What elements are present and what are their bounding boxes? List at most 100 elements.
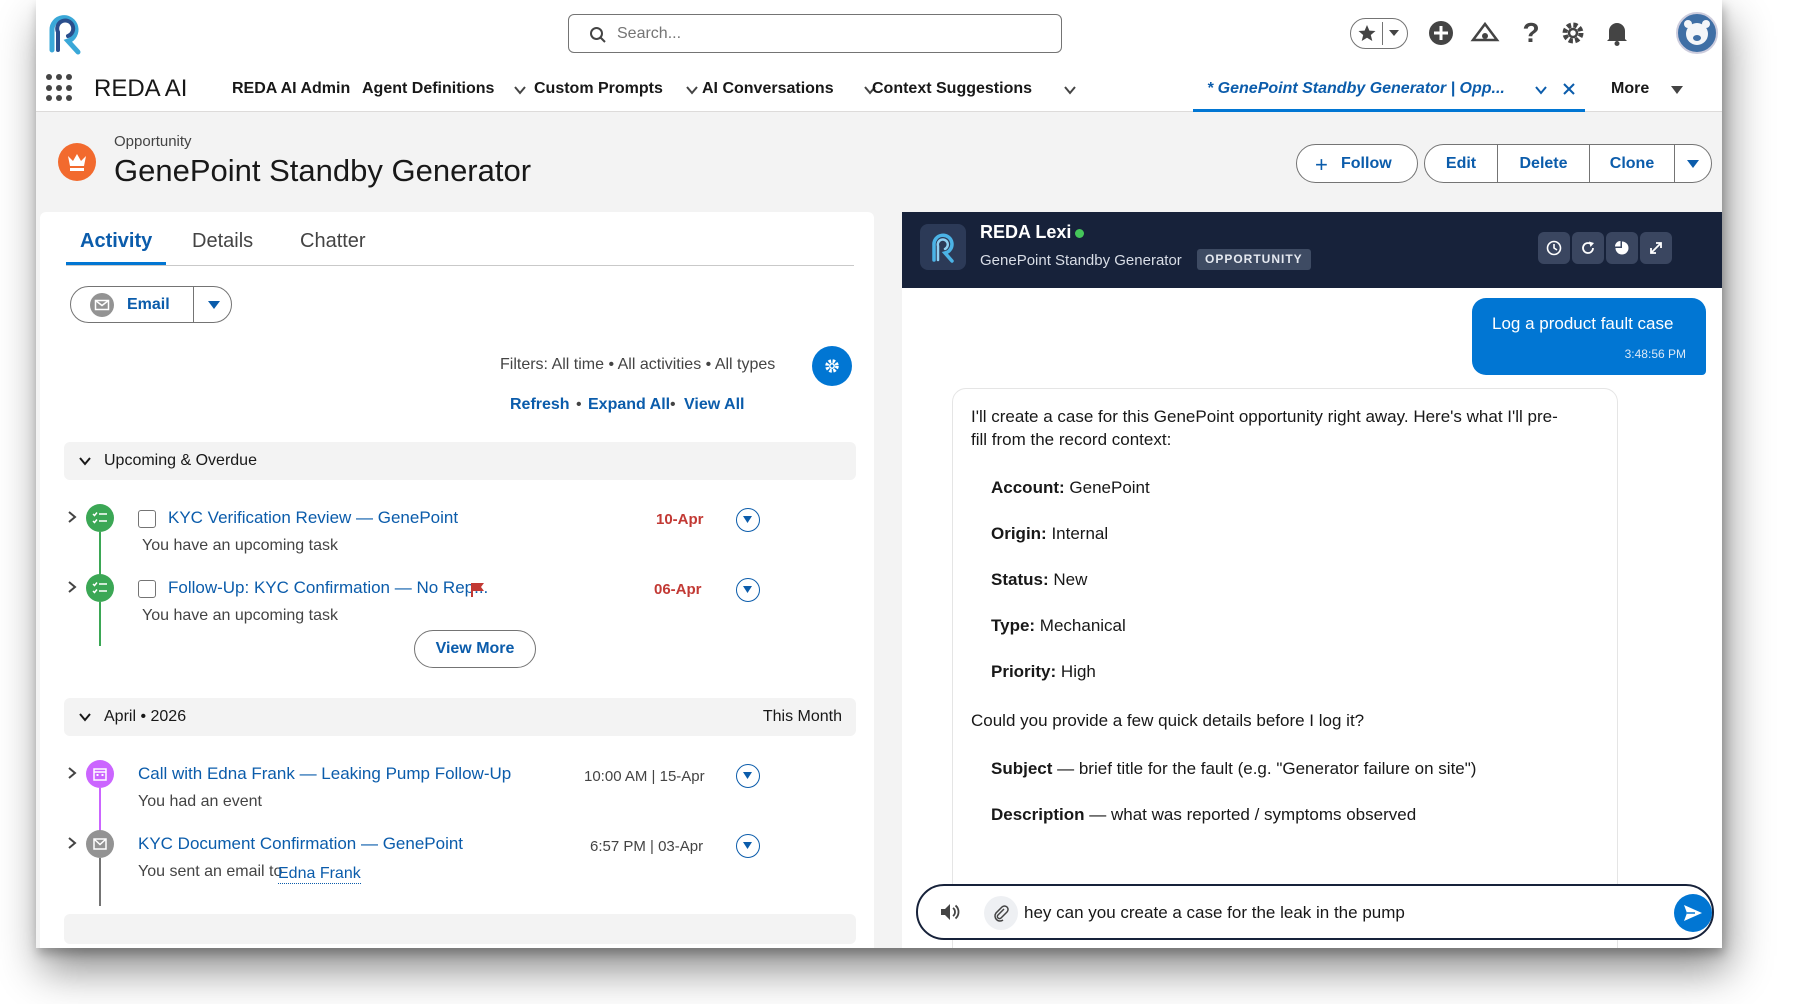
reda-logo-icon[interactable]	[42, 10, 90, 56]
task-title-link[interactable]: KYC Verification Review — GenePoint	[168, 508, 458, 528]
edit-button[interactable]: Edit	[1424, 144, 1498, 183]
task-due-date: 10-Apr	[656, 511, 704, 528]
nav-item-reda-ai-admin[interactable]: REDA AI Admin	[232, 80, 350, 98]
app-window: ? REDA AI REDA AI Admin Agent Definition…	[36, 0, 1722, 948]
trailhead-icon[interactable]	[1470, 18, 1500, 48]
task-title-link[interactable]: Follow-Up: KYC Confirmation — No Rep...	[168, 578, 488, 598]
paperclip-icon	[994, 905, 1009, 922]
nav-item-ai-conversations[interactable]: AI Conversations	[702, 80, 834, 98]
filter-settings-button[interactable]	[812, 346, 852, 386]
tab-activity[interactable]: Activity	[80, 230, 152, 253]
email-button[interactable]: Email	[70, 286, 232, 323]
global-actions-add-icon[interactable]	[1426, 18, 1456, 48]
tab-chatter[interactable]: Chatter	[300, 230, 366, 253]
prefill-field-account: Account: GenePoint	[991, 478, 1150, 497]
crown-icon	[68, 154, 86, 171]
expand-all-link[interactable]: Expand All	[588, 396, 670, 414]
tab-genepoint-standby-generator[interactable]: * GenePoint Standby Generator | Opp...	[1193, 66, 1585, 112]
contact-link[interactable]: Edna Frank	[278, 865, 361, 884]
search-input[interactable]	[617, 23, 1037, 45]
assistant-question: Could you provide a few quick details be…	[971, 711, 1365, 730]
caret-down-icon	[743, 586, 752, 593]
email-icon	[90, 293, 114, 317]
prefill-field-type: Type: Mechanical	[991, 616, 1126, 635]
ai-chat-panel: REDA Lexi GenePoint Standby Generator OP…	[902, 212, 1722, 948]
item-menu-button[interactable]	[736, 578, 760, 602]
speaker-icon[interactable]	[936, 898, 964, 926]
task-subtitle: You have an upcoming task	[142, 537, 338, 554]
record-object-type: Opportunity	[114, 133, 192, 150]
view-all-link[interactable]: View All	[684, 396, 744, 414]
nav-more[interactable]: More	[1611, 80, 1649, 98]
online-status-indicator	[1075, 229, 1084, 238]
bell-icon[interactable]	[1602, 18, 1632, 48]
assistant-message-bubble: I'll create a case for this GenePoint op…	[952, 388, 1618, 948]
nav-item-context-suggestions[interactable]: Context Suggestions	[872, 80, 1032, 98]
requested-detail-subject: Subject — brief title for the fault (e.g…	[991, 759, 1477, 778]
message-timestamp: 3:48:56 PM	[1624, 347, 1686, 361]
item-menu-button[interactable]	[736, 834, 760, 858]
send-button[interactable]	[1674, 894, 1712, 932]
month-section[interactable]: April • 2026 This Month	[64, 698, 856, 736]
refresh-button[interactable]	[1572, 232, 1604, 264]
event-icon	[86, 760, 114, 788]
item-menu-button[interactable]	[736, 764, 760, 788]
priority-flag-icon	[471, 583, 484, 597]
task-checkbox[interactable]	[138, 580, 156, 598]
page-title: GenePoint Standby Generator	[114, 153, 532, 188]
caret-down-icon[interactable]	[207, 300, 221, 310]
global-header: ?	[36, 0, 1722, 66]
section-label: Upcoming & Overdue	[104, 452, 257, 469]
tab-details[interactable]: Details	[192, 230, 253, 253]
search-icon	[590, 27, 606, 43]
refresh-link[interactable]: Refresh	[510, 396, 570, 414]
chat-input-bar	[916, 884, 1714, 940]
expand-icon	[1650, 242, 1662, 254]
timeline-line	[99, 858, 101, 906]
app-name: REDA AI	[94, 75, 188, 102]
next-section[interactable]	[64, 914, 856, 944]
assistant-intro-line: fill from the record context:	[971, 430, 1172, 449]
chevron-down-icon	[79, 457, 91, 466]
chevron-down-icon[interactable]	[512, 82, 528, 98]
chevron-right-icon[interactable]	[66, 580, 78, 594]
event-title-link[interactable]: Call with Edna Frank — Leaking Pump Foll…	[138, 764, 511, 784]
upcoming-overdue-section[interactable]: Upcoming & Overdue	[64, 442, 856, 480]
gear-icon[interactable]	[1558, 18, 1588, 48]
email-title-link[interactable]: KYC Document Confirmation — GenePoint	[138, 834, 463, 854]
clone-button[interactable]: Clone	[1589, 144, 1675, 183]
chat-message-input[interactable]	[1024, 901, 1624, 925]
chevron-right-icon[interactable]	[66, 836, 78, 850]
email-subtitle: You sent an email to	[138, 863, 283, 880]
chevron-down-icon[interactable]	[1062, 82, 1078, 98]
history-button[interactable]	[1538, 232, 1570, 264]
chevron-right-icon[interactable]	[66, 766, 78, 780]
tab-divider	[66, 265, 854, 266]
active-tab-indicator	[66, 262, 166, 265]
delete-button[interactable]: Delete	[1497, 144, 1590, 183]
chevron-down-icon[interactable]	[684, 82, 700, 98]
avatar[interactable]	[1676, 12, 1718, 54]
help-icon[interactable]: ?	[1516, 18, 1546, 48]
tab-label: * GenePoint Standby Generator | Opp...	[1207, 80, 1505, 97]
app-launcher-icon[interactable]	[46, 74, 74, 102]
attach-button[interactable]	[984, 896, 1018, 930]
nav-item-agent-definitions[interactable]: Agent Definitions	[362, 80, 494, 98]
more-actions-button[interactable]	[1674, 144, 1712, 183]
item-menu-button[interactable]	[736, 508, 760, 532]
view-more-button[interactable]: View More	[414, 630, 536, 668]
follow-button[interactable]: + Follow	[1296, 144, 1418, 183]
nav-item-custom-prompts[interactable]: Custom Prompts	[534, 80, 663, 98]
task-checkbox[interactable]	[138, 510, 156, 528]
chevron-right-icon[interactable]	[66, 510, 78, 524]
plus-icon: +	[1315, 152, 1328, 177]
opportunity-icon	[58, 143, 96, 181]
reda-lexi-logo-icon	[920, 224, 966, 270]
close-icon[interactable]	[1561, 81, 1577, 97]
global-search[interactable]	[568, 14, 1062, 53]
expand-button[interactable]	[1640, 232, 1672, 264]
caret-down-icon[interactable]	[1670, 84, 1684, 96]
chevron-down-icon[interactable]	[1533, 82, 1549, 98]
usage-button[interactable]	[1606, 232, 1638, 264]
favorites-button[interactable]	[1350, 18, 1408, 49]
